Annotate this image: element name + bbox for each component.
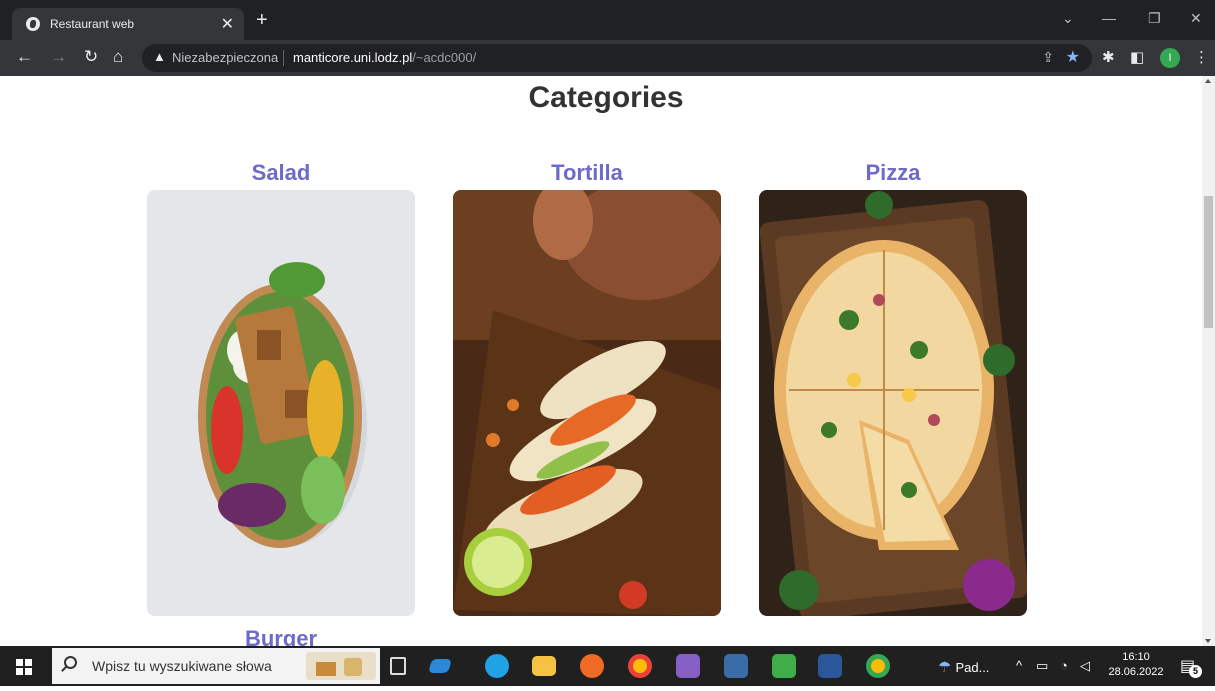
bookmark-star-icon[interactable]: ★ (1066, 47, 1080, 67)
tab-search-icon[interactable]: ⌄ (1062, 10, 1074, 27)
forward-icon[interactable]: → (50, 47, 67, 67)
url-host: manticore.uni.lodz.pl (293, 50, 413, 65)
salad-illustration (147, 190, 415, 616)
page-title: Categories (528, 81, 684, 114)
category-title-burger[interactable]: Burger (147, 626, 415, 646)
edge-icon[interactable] (485, 654, 509, 678)
address-divider (283, 50, 284, 66)
category-pizza[interactable]: Pizza (759, 160, 1027, 616)
clock-time: 16:10 (1122, 651, 1150, 663)
home-icon[interactable]: ⌂ (113, 47, 123, 67)
url-path: /~acdc000/ (412, 50, 477, 65)
battery-icon[interactable]: ▭ (1036, 658, 1048, 674)
url-text[interactable]: manticore.uni.lodz.pl/~acdc000/ (293, 50, 476, 65)
menu-icon[interactable]: ⋮ (1194, 48, 1209, 66)
chrome-active-icon[interactable] (863, 651, 903, 691)
pizza-illustration (759, 190, 1027, 616)
new-tab-button[interactable]: + (256, 10, 268, 30)
search-icon (64, 656, 77, 669)
security-status[interactable]: Niezabezpieczona (172, 50, 278, 65)
sql-developer-icon[interactable] (724, 654, 748, 678)
share-icon[interactable]: ⇪ (1042, 49, 1054, 66)
clock-date: 28.06.2022 (1108, 666, 1164, 678)
minimize-icon[interactable]: — (1102, 10, 1116, 26)
page-viewport: Categories Salad Tortilla Pizza Burger (0, 76, 1202, 646)
close-tab-icon[interactable]: ✕ (221, 14, 234, 34)
wifi-icon[interactable]: ◔ (1060, 658, 1068, 673)
taskbar-search-placeholder: Wpisz tu wyszukiwane słowa (92, 658, 272, 674)
back-icon[interactable]: ← (16, 47, 33, 67)
side-panel-icon[interactable]: ◧ (1130, 48, 1144, 66)
category-title-tortilla[interactable]: Tortilla (453, 160, 721, 190)
taskbar-clock[interactable]: 16:10 28.06.2022 (1104, 650, 1168, 680)
category-tortilla[interactable]: Tortilla (453, 160, 721, 616)
scrollbar-thumb[interactable] (1204, 196, 1213, 328)
address-bar[interactable]: ▲ Niezabezpieczona manticore.uni.lodz.pl… (142, 44, 1092, 72)
globe-icon (26, 17, 40, 31)
windows-start-icon[interactable] (16, 659, 32, 675)
file-explorer-icon[interactable] (532, 656, 556, 676)
category-burger[interactable]: Burger (147, 626, 415, 646)
task-view-icon[interactable] (390, 657, 406, 675)
firefox-icon[interactable] (580, 654, 604, 678)
category-title-salad[interactable]: Salad (147, 160, 415, 190)
browser-toolbar: ← → ↻ ⌂ ▲ Niezabezpieczona manticore.uni… (0, 40, 1215, 76)
app-icon-1[interactable] (428, 659, 452, 673)
umbrella-icon: ☂ (938, 659, 952, 676)
category-title-pizza[interactable]: Pizza (759, 160, 1027, 190)
volume-icon[interactable]: ◁ (1080, 658, 1090, 674)
tab-title: Restaurant web (50, 17, 135, 31)
pizza-image[interactable] (759, 190, 1027, 616)
page-scrollbar[interactable] (1202, 76, 1215, 646)
restore-icon[interactable]: ❐ (1148, 10, 1161, 27)
warning-icon[interactable]: ▲ (153, 49, 166, 64)
chrome-icon[interactable] (628, 654, 652, 678)
category-salad[interactable]: Salad (147, 160, 415, 616)
tab-restaurant-web[interactable]: Restaurant web ✕ (12, 8, 244, 40)
word-icon[interactable] (818, 654, 842, 678)
scroll-up-icon[interactable] (1205, 79, 1211, 83)
tab-bar: Restaurant web ✕ + ⌄ — ❐ ✕ (0, 0, 1215, 40)
windows-taskbar: Wpisz tu wyszukiwane słowa ☂ Pad... ^ ▭ ◔… (0, 646, 1215, 691)
scroll-down-icon[interactable] (1205, 639, 1211, 643)
weather-label: Pad... (955, 660, 990, 675)
visual-studio-icon[interactable] (676, 654, 700, 678)
app-icon-2[interactable] (772, 654, 796, 678)
notification-count-badge: 5 (1189, 665, 1202, 678)
extensions-icon[interactable]: ✱ (1102, 48, 1115, 66)
salad-image[interactable] (147, 190, 415, 616)
search-highlight-image (306, 652, 376, 680)
tortilla-illustration (453, 190, 721, 616)
profile-avatar[interactable]: I (1160, 48, 1180, 68)
weather-widget[interactable]: ☂ Pad... (938, 658, 989, 676)
taskbar-search-box[interactable]: Wpisz tu wyszukiwane słowa (52, 648, 380, 684)
close-window-icon[interactable]: ✕ (1190, 10, 1202, 27)
tortilla-image[interactable] (453, 190, 721, 616)
reload-icon[interactable]: ↻ (84, 47, 98, 67)
notifications-icon[interactable]: ▤ 5 (1180, 656, 1202, 678)
tray-chevron-icon[interactable]: ^ (1016, 658, 1022, 673)
